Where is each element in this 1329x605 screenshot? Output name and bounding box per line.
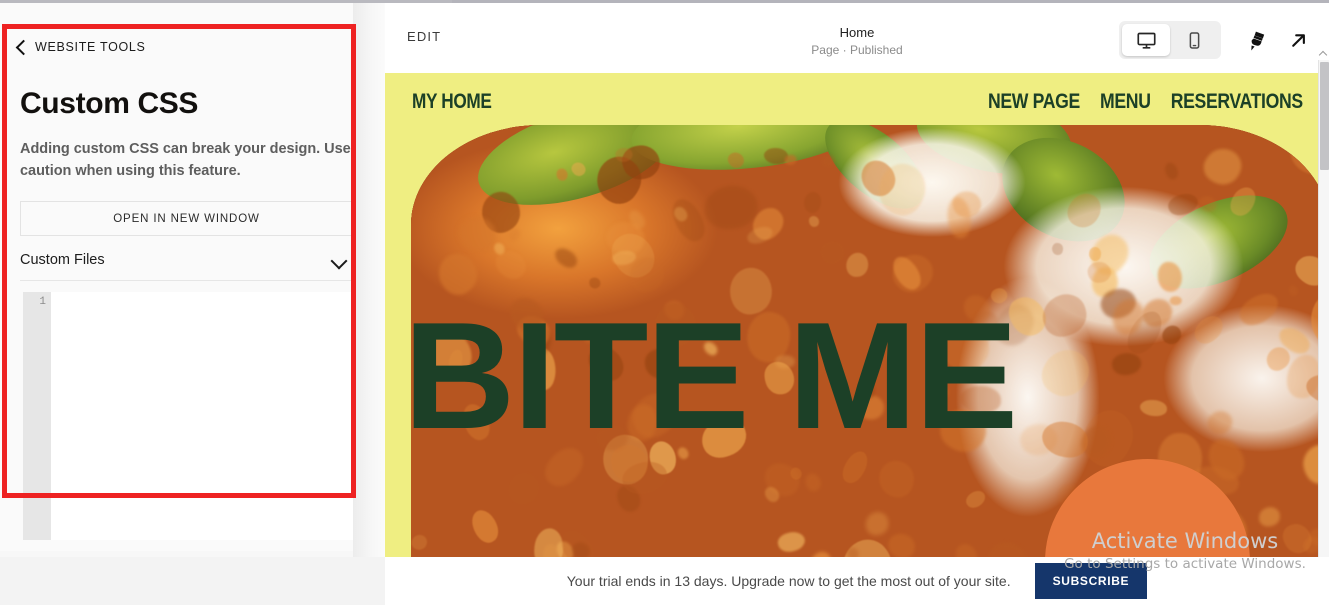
panel-description: Adding custom CSS can break your design.… — [20, 141, 351, 179]
site-nav-links: NEW PAGE MENU RESERVATIONS — [968, 90, 1303, 114]
nav-link-reservations[interactable]: RESERVATIONS — [1171, 90, 1303, 114]
nav-link-new-page[interactable]: NEW PAGE — [988, 90, 1080, 114]
editor-gutter: 1 — [23, 292, 51, 540]
chevron-left-icon — [14, 41, 27, 54]
trial-message: Your trial ends in 13 days. Upgrade now … — [566, 573, 1011, 589]
custom-files-dropdown[interactable]: Custom Files — [20, 243, 353, 276]
preview-scrollbar[interactable] — [1318, 60, 1329, 557]
device-mobile-button[interactable] — [1170, 24, 1218, 56]
chevron-down-icon — [331, 252, 347, 268]
subscribe-button[interactable]: SUBSCRIBE — [1034, 563, 1148, 599]
site-canvas: MY HOME NEW PAGE MENU RESERVATIONS BITE … — [385, 73, 1329, 557]
paintbrush-icon — [1250, 31, 1264, 51]
open-site-button[interactable] — [1277, 21, 1319, 59]
panel-canvas-gap — [353, 3, 385, 557]
footer-left-filler — [0, 557, 385, 605]
custom-css-panel: WEBSITE TOOLS Custom CSS Adding custom C… — [0, 3, 353, 557]
nav-link-menu[interactable]: MENU — [1100, 90, 1151, 114]
divider — [20, 280, 353, 281]
site-navigation: MY HOME NEW PAGE MENU RESERVATIONS — [385, 73, 1329, 129]
editor-text-area[interactable] — [51, 292, 353, 540]
site-styles-button[interactable] — [1235, 21, 1277, 59]
trial-banner: Your trial ends in 13 days. Upgrade now … — [385, 557, 1329, 605]
site-preview: EDIT Home Page · Published MY HOME NEW P… — [385, 3, 1329, 557]
site-brand[interactable]: MY HOME — [412, 90, 492, 114]
custom-files-label: Custom Files — [20, 251, 105, 268]
device-toggle — [1119, 21, 1221, 59]
mobile-phone-icon — [1189, 31, 1199, 49]
scrollbar-thumb[interactable] — [1320, 62, 1329, 170]
back-to-website-tools[interactable]: WEBSITE TOOLS — [0, 26, 353, 68]
desktop-monitor-icon — [1136, 32, 1156, 49]
preview-toolbar: EDIT Home Page · Published — [385, 3, 1329, 73]
line-number: 1 — [39, 296, 46, 308]
css-code-editor[interactable]: 1 — [23, 292, 353, 540]
open-in-new-window-button[interactable]: OPEN IN NEW WINDOW — [20, 201, 353, 236]
preview-actions — [1119, 21, 1319, 59]
back-label: WEBSITE TOOLS — [35, 40, 146, 54]
external-link-arrow-icon — [1291, 33, 1305, 47]
device-desktop-button[interactable] — [1122, 24, 1170, 56]
app-root: WEBSITE TOOLS Custom CSS Adding custom C… — [0, 0, 1329, 605]
scroll-up-caret-icon[interactable] — [1318, 48, 1328, 59]
page-title: Custom CSS — [20, 87, 199, 120]
